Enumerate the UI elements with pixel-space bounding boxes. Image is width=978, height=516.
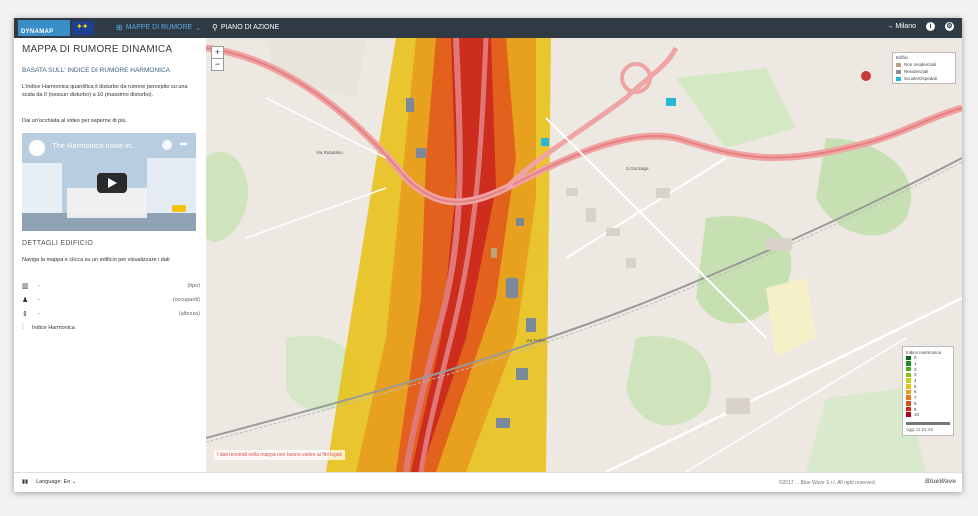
legend-swatch xyxy=(906,389,911,395)
map-place-label: Via Feltre xyxy=(526,338,546,343)
legend-label: 4 xyxy=(914,378,917,384)
video-hint: Dai un'occhiata al video per saperne di … xyxy=(22,118,128,124)
legend-label: Residenziali xyxy=(904,69,929,74)
detail-row-occupants: ♟ - (occupanti) xyxy=(22,296,200,304)
detail-value: - xyxy=(38,283,40,289)
map-place-label: S.Gonzaga xyxy=(626,166,649,171)
video-title: The Harmonica noise in... xyxy=(52,141,138,150)
share-icon[interactable]: ➦ xyxy=(180,139,188,150)
language-selector[interactable]: Language: En ⌄ xyxy=(36,479,76,485)
clock-icon[interactable] xyxy=(162,140,172,150)
page-subtitle: BASATA SULL' INDICE DI RUMORE HARMONICA xyxy=(22,67,170,74)
building-details-heading: DETTAGLI EDIFICIO xyxy=(22,240,94,247)
legend-swatch xyxy=(906,372,911,378)
detail-row-type: ▥ - (tipo) xyxy=(22,282,200,290)
top-right-controls: → Milano i ⚙ xyxy=(886,22,954,31)
nav-piano-di-azione[interactable]: ⚲ PIANO DI AZIONE xyxy=(212,23,279,32)
detail-value: - xyxy=(38,311,40,317)
nav-mappe-di-rumore[interactable]: ⊞ MAPPE DI RUMORE ⌄ xyxy=(116,23,201,32)
legend-swatch xyxy=(906,412,911,417)
height-icon: ⇕ xyxy=(22,311,28,318)
zoom-in-button[interactable]: + xyxy=(212,47,223,58)
logo-text: DYNAMAP xyxy=(21,29,54,35)
eu-flag-icon: ✦✦ xyxy=(72,21,94,35)
detail-value: - xyxy=(38,297,40,303)
legal-disclaimer: I dati mostrati nella mappa non hanno va… xyxy=(214,450,345,460)
legend-swatch xyxy=(906,401,911,406)
filter-icon: ⚲ xyxy=(212,23,218,32)
video-player[interactable]: The Harmonica noise in... ➦ xyxy=(22,133,196,231)
buildings-legend: Edifici Non residenziali Residenziali Sc… xyxy=(892,52,956,84)
detail-row-height: ⇕ - (altezza) xyxy=(22,310,200,318)
harmonica-icon: ⫶ xyxy=(22,324,24,331)
zoom-control: + − xyxy=(211,46,224,71)
detail-unit: (altezza) xyxy=(178,311,200,317)
index-description: L'indice Harmonica quantifica il disturb… xyxy=(22,84,188,98)
app-window: DYNAMAP ✦✦ ⊞ MAPPE DI RUMORE ⌄ ⚲ PIANO D… xyxy=(14,18,962,492)
legend-swatch xyxy=(896,62,901,67)
buildings-legend-title: Edifici xyxy=(896,55,909,60)
legend-swatch xyxy=(896,69,901,74)
bluewave-logo[interactable]: BlueWave xyxy=(925,478,956,485)
legend-level: 10 xyxy=(906,412,950,418)
channel-avatar xyxy=(28,139,46,157)
copyright-text: ©2017 ... Blue Wave S.r.l. All right res… xyxy=(778,480,876,486)
legend-label: 2 xyxy=(914,366,917,372)
legend-swatch xyxy=(906,361,911,366)
legend-label: 6 xyxy=(914,389,917,395)
legend-label: 0 xyxy=(914,355,917,361)
legend-item[interactable]: Non residenziali xyxy=(896,62,952,67)
page-title: MAPPA DI RUMORE DINAMICA xyxy=(22,44,173,55)
legend-swatch xyxy=(906,378,911,383)
top-navbar: DYNAMAP ✦✦ ⊞ MAPPE DI RUMORE ⌄ ⚲ PIANO D… xyxy=(14,18,962,38)
legend-label: 7 xyxy=(914,395,917,401)
footer-bar: ▮▮ Language: En ⌄ ©2017 ... Blue Wave S.… xyxy=(14,472,962,492)
city-link[interactable]: → Milano xyxy=(886,23,916,30)
info-icon[interactable]: i xyxy=(926,22,935,31)
legend-label: 8 xyxy=(914,400,917,406)
language-label: Language: En xyxy=(36,479,71,485)
detail-unit: (occupanti) xyxy=(172,297,200,303)
legend-swatch xyxy=(896,76,901,81)
gear-icon[interactable]: ⚙ xyxy=(945,22,954,31)
harmonica-label: Indice Harmonica xyxy=(32,325,75,331)
nav-piano-label: PIANO DI AZIONE xyxy=(220,24,280,31)
legend-label: Scuole/Ospedali xyxy=(904,76,937,81)
building-details-hint: Naviga la mappa e clicca su un edificio … xyxy=(22,257,170,263)
detail-unit: (tipo) xyxy=(187,283,200,289)
people-icon: ♟ xyxy=(22,297,29,304)
legend-timestamp: oggi 11:51:46 xyxy=(906,426,933,432)
zoom-out-button[interactable]: − xyxy=(212,58,223,70)
building-icon: ▥ xyxy=(22,283,29,290)
legend-label: 1 xyxy=(914,361,917,367)
map-icon: ⊞ xyxy=(116,23,123,32)
nav-mappe-label: MAPPE DI RUMORE xyxy=(125,24,193,31)
legend-swatch xyxy=(906,366,911,372)
legend-item[interactable]: Residenziali xyxy=(896,69,952,74)
legend-swatch xyxy=(906,355,911,361)
legend-label: 10 xyxy=(914,412,920,418)
dynamap-logo[interactable]: DYNAMAP xyxy=(18,20,70,36)
sidebar: MAPPA DI RUMORE DINAMICA BASATA SULL' IN… xyxy=(14,38,204,472)
chevron-down-icon: ⌄ xyxy=(195,24,202,32)
legend-label: Non residenziali xyxy=(904,62,937,67)
harmonica-legend: Indice Harmonica 0 1 2 3 4 5 6 7 8 9 10 … xyxy=(902,346,954,436)
noise-map[interactable]: + − Via Rubattino S.Gonzaga Via Feltre E… xyxy=(206,38,962,472)
detail-row-harmonica: ⫶ Indice Harmonica xyxy=(22,324,200,332)
legend-swatch xyxy=(906,384,911,389)
legend-label: 9 xyxy=(914,406,917,412)
map-canvas[interactable] xyxy=(206,38,962,472)
footer-left: ▮▮ Language: En ⌄ xyxy=(22,479,76,485)
map-place-label: Via Rubattino xyxy=(316,150,343,155)
legend-item[interactable]: Scuole/Ospedali xyxy=(896,76,952,81)
legend-swatch xyxy=(906,395,911,400)
legend-label: 5 xyxy=(914,383,917,389)
menu-icon[interactable]: ▮▮ xyxy=(22,479,28,485)
legend-swatch xyxy=(906,406,911,412)
legend-label: 3 xyxy=(914,372,917,378)
play-icon[interactable] xyxy=(97,173,127,193)
time-slider[interactable] xyxy=(906,421,950,425)
